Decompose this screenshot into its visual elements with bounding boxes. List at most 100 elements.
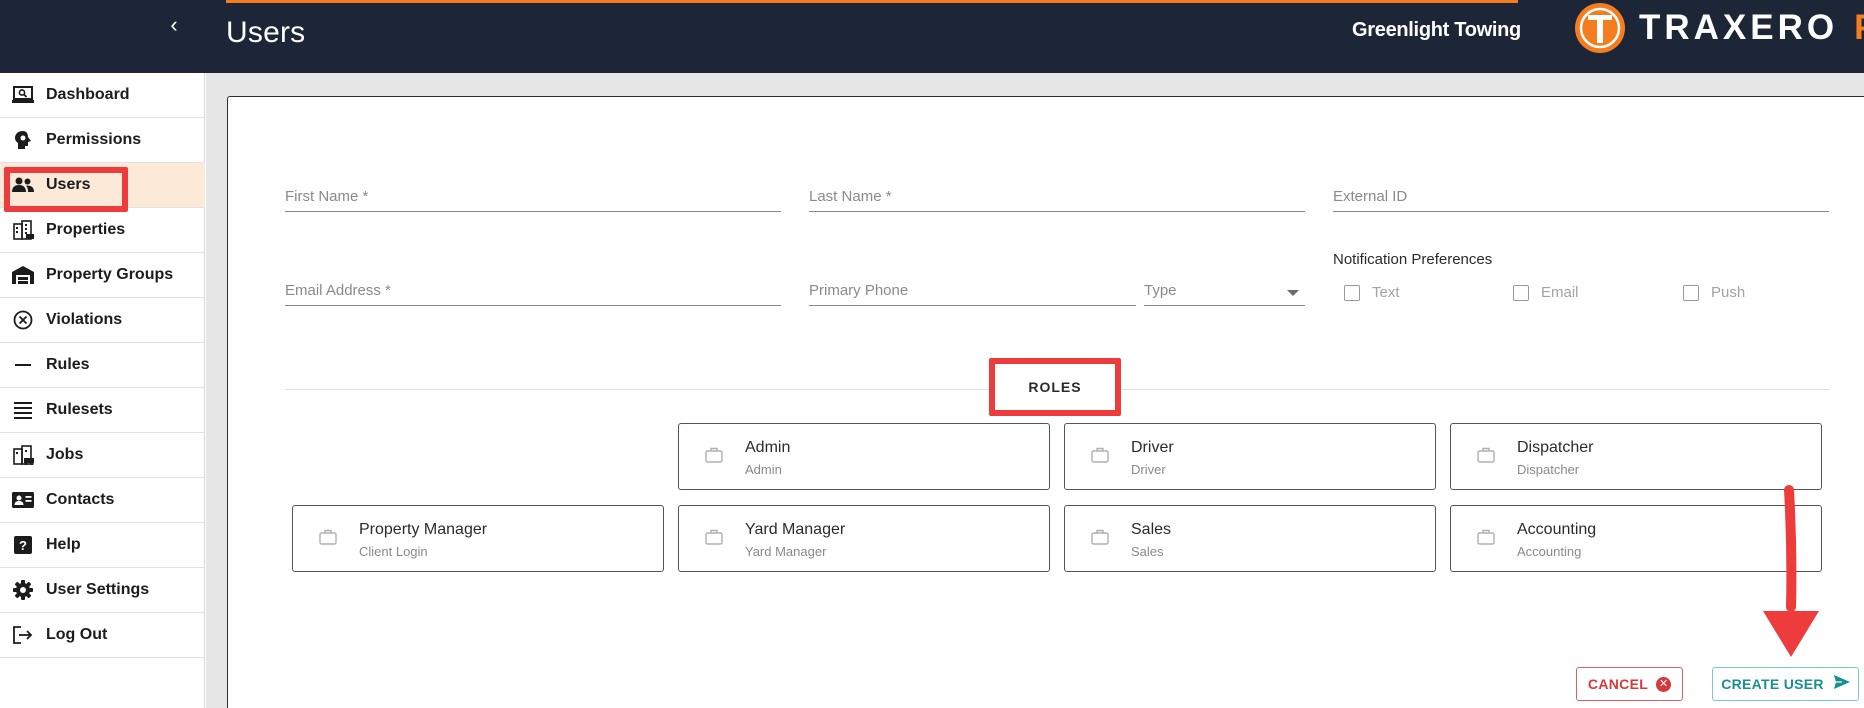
chevron-down-icon xyxy=(1287,290,1299,296)
permissions-icon xyxy=(12,129,34,151)
role-subtitle: Admin xyxy=(745,462,782,477)
role-title: Sales xyxy=(1131,521,1172,538)
role-title: Yard Manager xyxy=(745,521,846,538)
role-title: Driver xyxy=(1131,439,1174,456)
page-title: Users xyxy=(226,16,306,49)
sidebar-item-label: Jobs xyxy=(46,446,84,463)
first-name-field[interactable]: First Name * xyxy=(285,182,781,212)
sidebar-item-label: Properties xyxy=(46,221,126,238)
contact-card-icon xyxy=(12,489,34,511)
chevron-left-icon[interactable]: ‹ xyxy=(162,10,186,40)
phone-type-label: Type xyxy=(1144,282,1177,299)
last-name-field[interactable]: Last Name * xyxy=(809,182,1305,212)
sidebar-item-contacts[interactable]: Contacts xyxy=(0,478,205,523)
briefcase-icon xyxy=(319,529,337,550)
role-card-dispatcher[interactable]: Dispatcher Dispatcher xyxy=(1450,423,1822,490)
checkbox-label: Text xyxy=(1372,284,1400,301)
role-card-admin[interactable]: Admin Admin xyxy=(678,423,1050,490)
sidebar-item-violations[interactable]: Violations xyxy=(0,298,205,343)
logo-text: TRAXERO xyxy=(1639,8,1839,47)
email-checkbox[interactable]: Email xyxy=(1513,284,1579,301)
logo-suffix: PP xyxy=(1854,8,1864,48)
sidebar-item-label: Contacts xyxy=(46,491,115,508)
cancel-button-label: CANCEL xyxy=(1587,676,1649,692)
briefcase-icon xyxy=(1477,447,1495,468)
close-circle-icon: ✕ xyxy=(1656,676,1672,692)
email-field[interactable]: Email Address * xyxy=(285,276,781,306)
role-title: Dispatcher xyxy=(1517,439,1594,456)
header-accent-line xyxy=(226,0,1518,3)
role-card-driver[interactable]: Driver Driver xyxy=(1064,423,1436,490)
primary-phone-field[interactable]: Primary Phone xyxy=(809,276,1136,306)
role-card-yard-manager[interactable]: Yard Manager Yard Manager xyxy=(678,505,1050,572)
first-name-label: First Name * xyxy=(285,188,369,205)
phone-type-select[interactable]: Type xyxy=(1144,276,1305,306)
sidebar-item-jobs[interactable]: Jobs xyxy=(0,433,205,478)
sidebar-item-help[interactable]: ? Help xyxy=(0,523,205,568)
cancel-button[interactable]: CANCEL ✕ xyxy=(1576,667,1683,701)
text-checkbox[interactable]: Text xyxy=(1344,284,1400,301)
briefcase-icon xyxy=(1091,529,1109,550)
role-subtitle: Accounting xyxy=(1517,544,1582,559)
briefcase-icon xyxy=(1091,447,1109,468)
sidebar-item-rules[interactable]: Rules xyxy=(0,343,205,388)
create-user-button-label: CREATE USER xyxy=(1721,676,1824,692)
sidebar-item-users[interactable]: Users xyxy=(0,163,205,208)
checkbox-icon[interactable] xyxy=(1513,284,1529,301)
briefcase-icon xyxy=(705,529,723,550)
sidebar-item-label: Rules xyxy=(46,356,90,373)
role-subtitle: Driver xyxy=(1131,462,1166,477)
create-user-button[interactable]: CREATE USER xyxy=(1712,667,1859,701)
role-card-property-manager[interactable]: Property Manager Client Login xyxy=(292,505,664,572)
last-name-label: Last Name * xyxy=(809,188,892,205)
logo-mark-icon xyxy=(1575,3,1625,53)
role-title: Admin xyxy=(745,439,791,456)
sidebar-item-properties[interactable]: Properties xyxy=(0,208,205,253)
sidebar-item-label: Users xyxy=(46,176,91,193)
external-id-label: External ID xyxy=(1333,188,1408,205)
checkbox-icon[interactable] xyxy=(1344,284,1360,301)
push-checkbox[interactable]: Push xyxy=(1683,284,1745,301)
sidebar-item-label: Help xyxy=(46,536,81,553)
help-icon: ? xyxy=(12,534,34,556)
laptop-search-icon xyxy=(12,84,34,106)
checkbox-icon[interactable] xyxy=(1683,284,1699,301)
traxero-logo: TRAXERO PP xyxy=(1575,2,1864,54)
roles-header: ROLES xyxy=(989,358,1121,416)
sidebar-item-user-settings[interactable]: User Settings xyxy=(0,568,205,613)
sidebar-item-rulesets[interactable]: Rulesets xyxy=(0,388,205,433)
sidebar-item-log-out[interactable]: Log Out xyxy=(0,613,205,658)
sidebar-item-label: Rulesets xyxy=(46,401,113,418)
sidebar-item-label: Property Groups xyxy=(46,266,174,283)
checkbox-label: Push xyxy=(1711,284,1746,301)
users-icon xyxy=(12,174,34,196)
sidebar-item-label: Violations xyxy=(46,311,123,328)
email-label: Email Address * xyxy=(285,282,391,299)
sidebar-item-label: Log Out xyxy=(46,626,108,643)
role-card-accounting[interactable]: Accounting Accounting xyxy=(1450,505,1822,572)
role-card-sales[interactable]: Sales Sales xyxy=(1064,505,1436,572)
sidebar-item-permissions[interactable]: Permissions xyxy=(0,118,205,163)
tow-icon xyxy=(12,444,34,466)
role-subtitle: Client Login xyxy=(359,544,428,559)
sidebar-item-property-groups[interactable]: Property Groups xyxy=(0,253,205,298)
company-name: Greenlight Towing xyxy=(1352,19,1521,41)
logout-icon xyxy=(12,624,34,646)
role-subtitle: Dispatcher xyxy=(1517,462,1580,477)
gear-icon xyxy=(12,579,34,601)
notification-preferences-label: Notification Preferences xyxy=(1333,251,1493,268)
sidebar-item-label: Dashboard xyxy=(46,86,130,103)
warehouse-icon xyxy=(12,264,34,286)
list-icon xyxy=(12,399,34,421)
circle-x-icon xyxy=(12,309,34,331)
roles-title: ROLES xyxy=(1028,379,1082,395)
sidebar-item-dashboard[interactable]: Dashboard xyxy=(0,73,205,118)
primary-phone-label: Primary Phone xyxy=(809,282,909,299)
briefcase-icon xyxy=(1477,529,1495,550)
external-id-field[interactable]: External ID xyxy=(1333,182,1829,212)
sidebar-nav: Dashboard Permissions Users Properties P… xyxy=(0,73,205,708)
top-header: ‹ Users Greenlight Towing TRAXERO PP xyxy=(0,0,1864,73)
briefcase-icon xyxy=(705,447,723,468)
send-icon xyxy=(1833,674,1850,694)
role-title: Property Manager xyxy=(359,521,488,538)
